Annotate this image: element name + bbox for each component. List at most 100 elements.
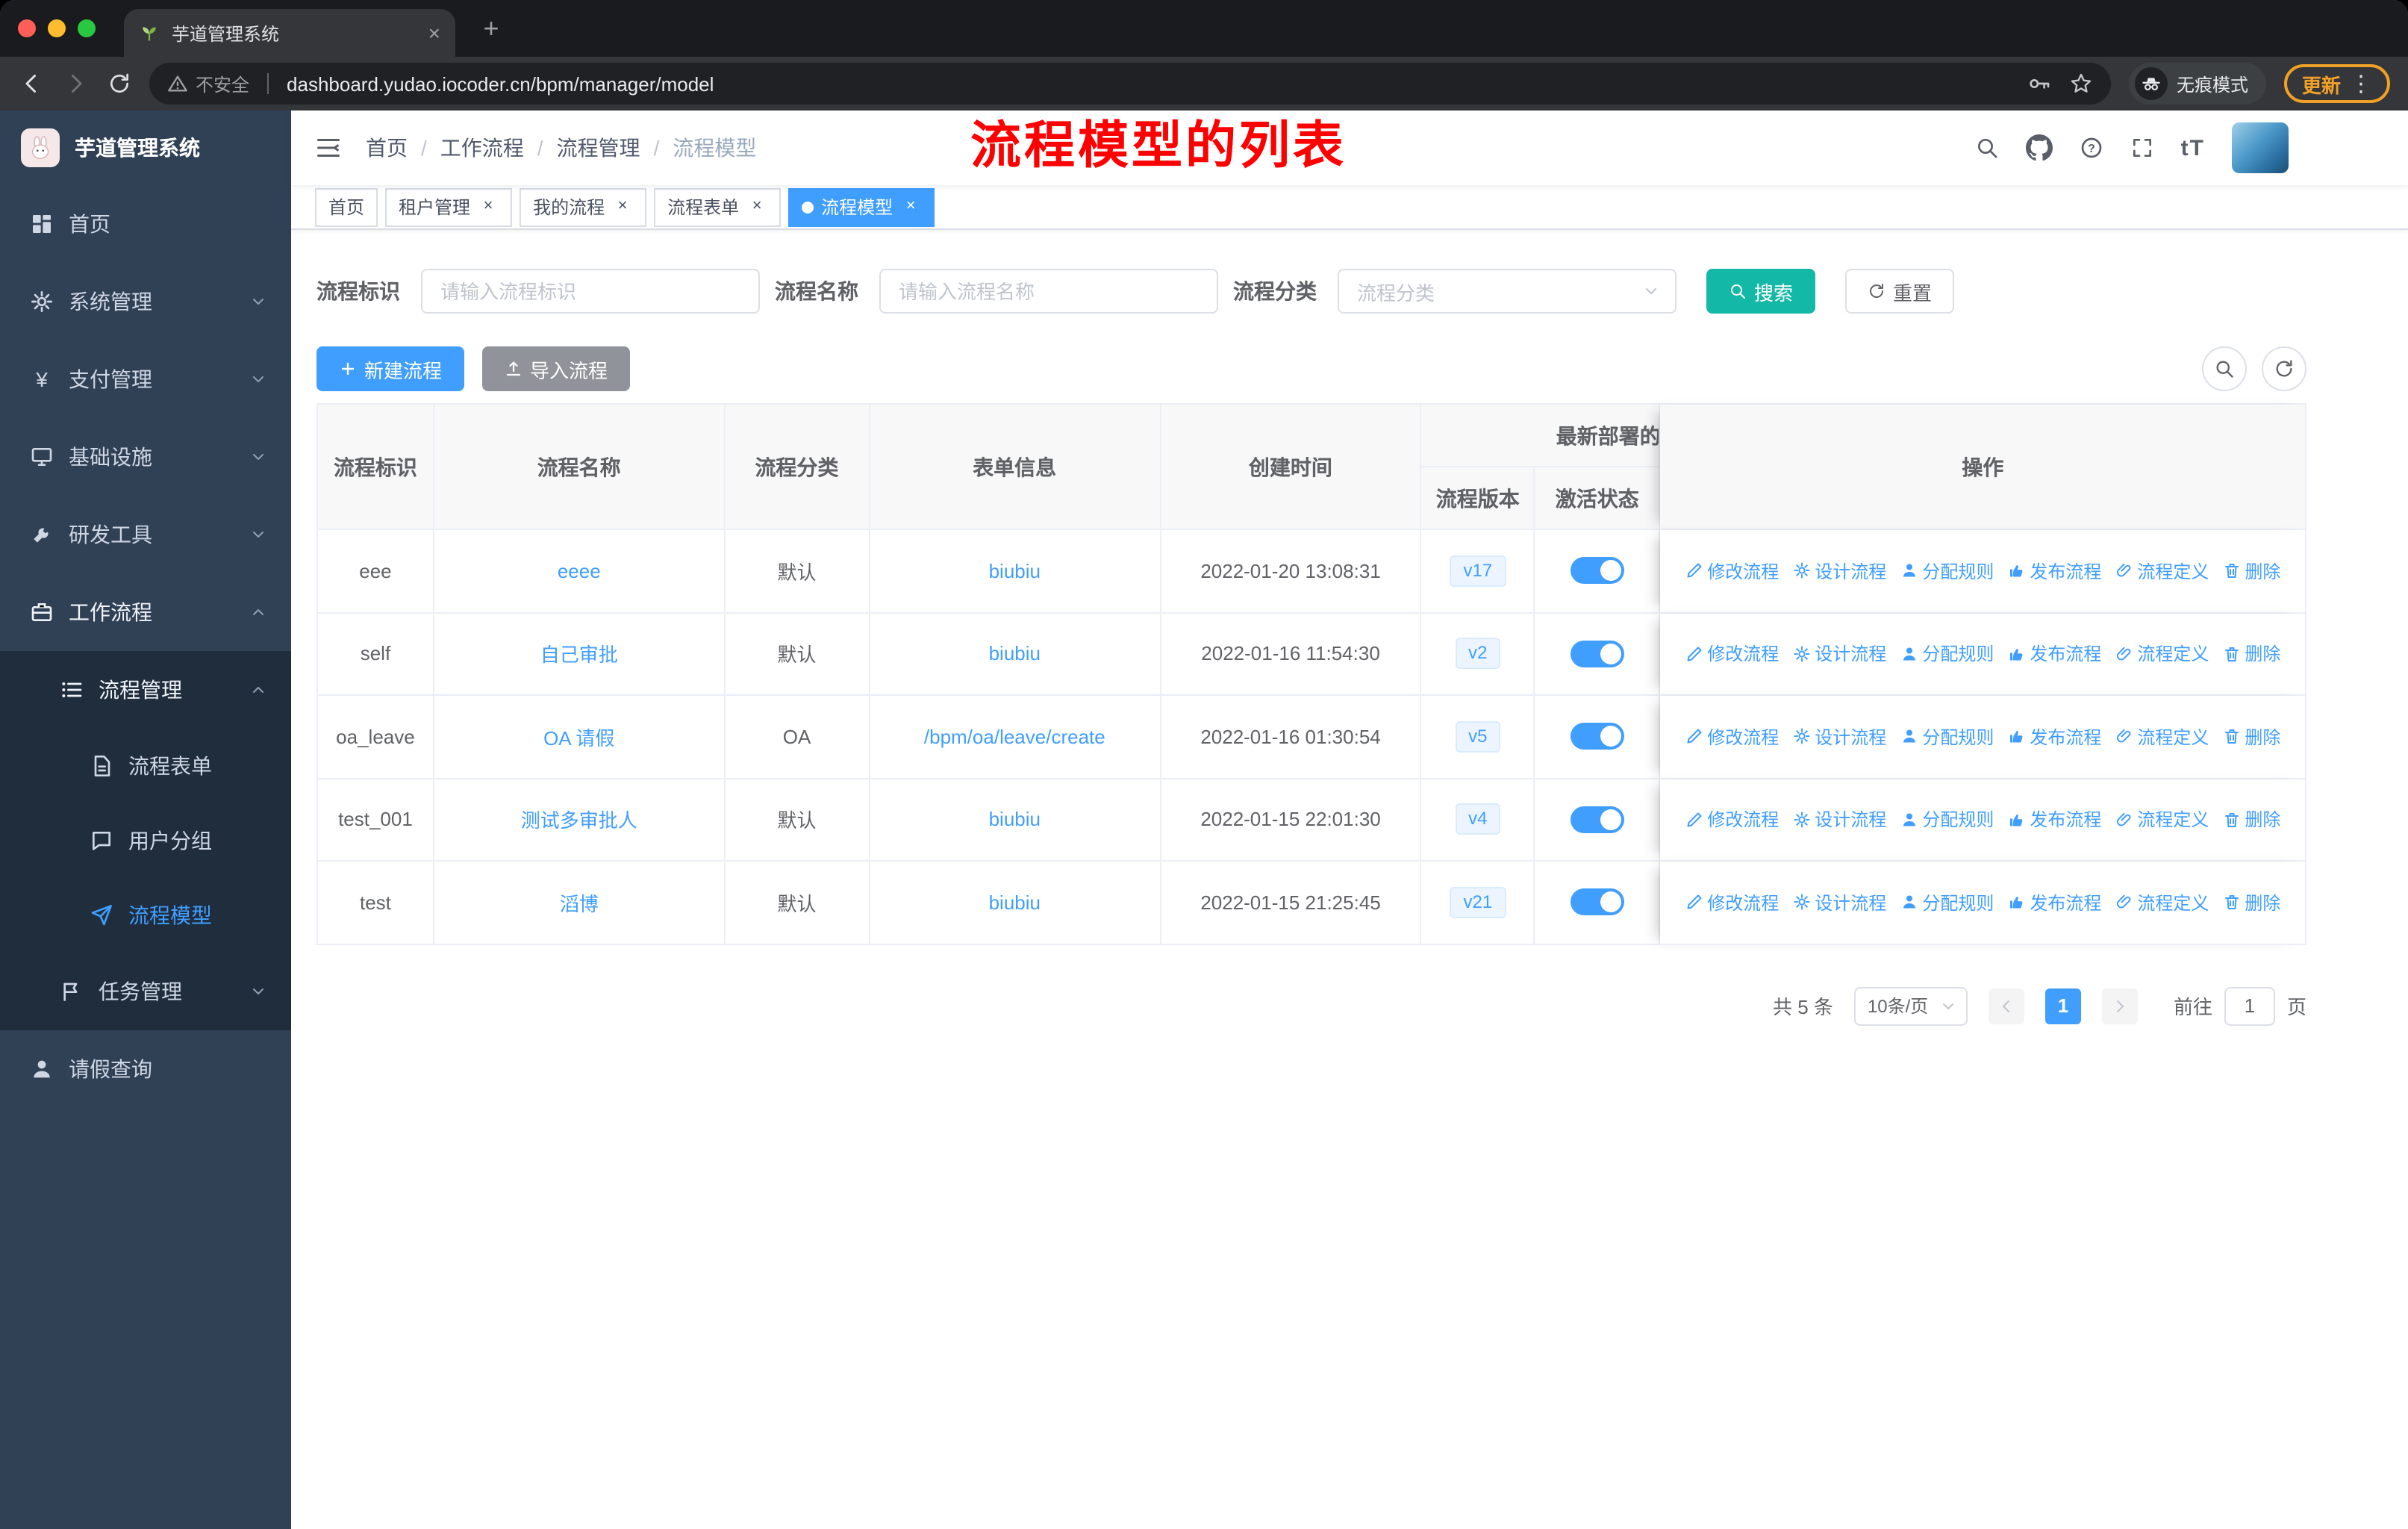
form-info-link[interactable]: biubiu <box>989 891 1041 914</box>
breadcrumb-process-management[interactable]: 流程管理 <box>557 133 640 163</box>
action-edit-process[interactable]: 修改流程 <box>1685 807 1779 832</box>
action-delete[interactable]: 删除 <box>2222 724 2280 750</box>
tag-process-model[interactable]: 流程模型 × <box>788 187 935 226</box>
tag-close-icon[interactable]: × <box>478 196 499 217</box>
breadcrumb-home[interactable]: 首页 <box>366 133 408 163</box>
prev-page-button[interactable] <box>1988 988 2024 1024</box>
action-process-definition[interactable]: 流程定义 <box>2115 641 2209 667</box>
browser-tab[interactable]: 芋道管理系统 × <box>124 9 455 57</box>
active-toggle[interactable] <box>1570 640 1624 667</box>
action-delete[interactable]: 删除 <box>2222 641 2280 667</box>
active-toggle[interactable] <box>1570 557 1624 585</box>
page-size-select[interactable]: 10条/页 <box>1853 986 1968 1025</box>
tag-close-icon[interactable]: × <box>746 196 767 217</box>
font-size-icon[interactable]: tT <box>2181 135 2205 161</box>
process-name-link[interactable]: 测试多审批人 <box>521 806 637 834</box>
action-design-process[interactable]: 设计流程 <box>1792 890 1886 915</box>
reset-button[interactable]: 重置 <box>1845 269 1955 314</box>
new-tab-button[interactable]: + <box>475 12 508 45</box>
action-edit-process[interactable]: 修改流程 <box>1685 890 1779 915</box>
process-category-select[interactable]: 流程分类 <box>1338 269 1676 314</box>
password-key-icon[interactable] <box>2027 72 2051 96</box>
action-assign-rule[interactable]: 分配规则 <box>1900 890 1994 915</box>
sidebar-item-infrastructure[interactable]: 基础设施 <box>0 418 291 496</box>
tag-close-icon[interactable]: × <box>612 196 633 217</box>
tag-process-form[interactable]: 流程表单 × <box>654 187 782 226</box>
action-process-definition[interactable]: 流程定义 <box>2115 890 2209 915</box>
action-publish-process[interactable]: 发布流程 <box>2007 807 2101 832</box>
action-design-process[interactable]: 设计流程 <box>1792 807 1886 832</box>
create-process-button[interactable]: 新建流程 <box>316 346 465 391</box>
tab-close-icon[interactable]: × <box>428 22 440 43</box>
refresh-table-button[interactable] <box>2262 346 2306 391</box>
process-name-link[interactable]: eeee <box>558 560 601 582</box>
action-assign-rule[interactable]: 分配规则 <box>1900 641 1994 667</box>
window-minimize-button[interactable] <box>48 19 66 37</box>
action-edit-process[interactable]: 修改流程 <box>1685 724 1779 750</box>
action-assign-rule[interactable]: 分配规则 <box>1900 558 1994 584</box>
import-process-button[interactable]: 导入流程 <box>482 346 631 391</box>
tag-close-icon[interactable]: × <box>900 196 921 217</box>
sidebar-item-process-model[interactable]: 流程模型 <box>0 878 291 953</box>
form-info-link[interactable]: biubiu <box>989 643 1041 665</box>
action-publish-process[interactable]: 发布流程 <box>2007 558 2101 584</box>
goto-page-input[interactable] <box>2224 986 2275 1025</box>
action-publish-process[interactable]: 发布流程 <box>2007 890 2101 915</box>
sidebar-item-home[interactable]: 首页 <box>0 185 291 263</box>
action-publish-process[interactable]: 发布流程 <box>2007 724 2101 750</box>
toggle-search-button[interactable] <box>2202 346 2247 391</box>
form-info-link[interactable]: /bpm/oa/leave/create <box>924 726 1105 748</box>
fullscreen-icon[interactable] <box>2130 136 2154 160</box>
process-name-link[interactable]: 自己审批 <box>540 640 618 668</box>
active-toggle[interactable] <box>1570 888 1624 916</box>
action-edit-process[interactable]: 修改流程 <box>1685 641 1779 667</box>
sidebar-item-payment-management[interactable]: ¥ 支付管理 <box>0 340 291 418</box>
action-process-definition[interactable]: 流程定义 <box>2115 807 2209 832</box>
sidebar-item-user-group[interactable]: 用户分组 <box>0 803 291 878</box>
process-name-link[interactable]: 滔博 <box>560 888 599 917</box>
active-toggle[interactable] <box>1570 723 1624 750</box>
browser-update-button[interactable]: 更新 ⋮ <box>2283 64 2390 103</box>
action-design-process[interactable]: 设计流程 <box>1792 724 1886 750</box>
search-icon[interactable] <box>1975 136 1999 160</box>
tag-my-process[interactable]: 我的流程 × <box>520 187 647 226</box>
form-info-link[interactable]: biubiu <box>989 809 1041 831</box>
window-zoom-button[interactable] <box>78 19 96 37</box>
action-delete[interactable]: 删除 <box>2222 890 2280 915</box>
sidebar-item-process-form[interactable]: 流程表单 <box>0 729 291 803</box>
process-name-input[interactable] <box>879 269 1218 314</box>
sidebar-item-task-management[interactable]: 任务管理 <box>0 953 291 1030</box>
process-name-link[interactable]: OA 请假 <box>543 723 614 751</box>
current-page-button[interactable]: 1 <box>2044 988 2081 1024</box>
window-close-button[interactable] <box>18 19 36 37</box>
action-edit-process[interactable]: 修改流程 <box>1685 558 1779 584</box>
action-process-definition[interactable]: 流程定义 <box>2115 724 2209 750</box>
forward-icon[interactable] <box>63 70 90 97</box>
bookmark-star-icon[interactable] <box>2069 72 2093 96</box>
process-id-input[interactable] <box>421 269 760 314</box>
reload-icon[interactable] <box>107 72 131 96</box>
address-bar[interactable]: 不安全 dashboard.yudao.iocoder.cn/bpm/manag… <box>149 63 2111 105</box>
action-assign-rule[interactable]: 分配规则 <box>1900 724 1994 750</box>
action-delete[interactable]: 删除 <box>2222 558 2280 584</box>
sidebar-item-process-management[interactable]: 流程管理 <box>0 651 291 729</box>
security-indicator[interactable]: 不安全 <box>167 71 249 96</box>
active-toggle[interactable] <box>1570 806 1624 833</box>
sidebar-item-dev-tools[interactable]: 研发工具 <box>0 496 291 573</box>
tag-tenant-management[interactable]: 租户管理 × <box>385 187 513 226</box>
next-page-button[interactable] <box>2101 988 2138 1024</box>
help-icon[interactable] <box>2080 136 2103 160</box>
action-assign-rule[interactable]: 分配规则 <box>1900 807 1994 832</box>
breadcrumb-workflow[interactable]: 工作流程 <box>440 133 524 163</box>
back-icon[interactable] <box>18 70 45 97</box>
browser-menu-dots-icon[interactable]: ⋮ <box>2350 70 2372 97</box>
action-design-process[interactable]: 设计流程 <box>1792 641 1886 667</box>
sidebar-collapse-icon[interactable] <box>315 134 342 161</box>
action-process-definition[interactable]: 流程定义 <box>2115 558 2209 584</box>
action-delete[interactable]: 删除 <box>2222 807 2280 832</box>
sidebar-item-leave-query[interactable]: 请假查询 <box>0 1030 291 1108</box>
search-button[interactable]: 搜索 <box>1706 269 1816 314</box>
tag-home[interactable]: 首页 <box>315 187 378 226</box>
action-publish-process[interactable]: 发布流程 <box>2007 641 2101 667</box>
github-icon[interactable] <box>2026 134 2053 161</box>
